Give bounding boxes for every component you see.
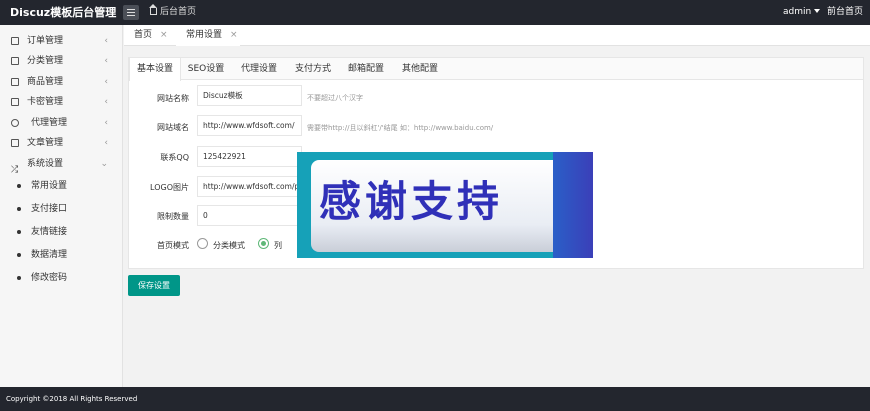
tab-other-config[interactable]: 其他配置 — [393, 58, 447, 80]
tab-basic-settings[interactable]: 基本设置 — [129, 58, 181, 81]
limit-label: 限制数量 — [157, 212, 189, 221]
chevron-left-icon: ‹ — [104, 56, 108, 66]
menu-toggle-icon[interactable] — [123, 5, 139, 20]
tab-agent-settings[interactable]: 代理设置 — [231, 58, 287, 80]
category-mode-label: 分类模式 — [213, 241, 245, 250]
bullet-icon — [17, 276, 21, 280]
user-menu[interactable]: admin — [783, 0, 821, 25]
tab-payment-methods[interactable]: 支付方式 — [287, 58, 339, 80]
bullet-icon — [17, 184, 21, 188]
file-icon — [11, 139, 19, 147]
logo-label: LOGO图片 — [150, 183, 189, 192]
bullet-icon — [17, 230, 21, 234]
caret-down-icon — [814, 9, 821, 13]
bullet-icon — [17, 207, 21, 211]
qq-input[interactable]: 125422921 — [197, 146, 302, 167]
tab-common-settings[interactable]: 常用设置 × — [176, 25, 240, 46]
domain-input[interactable]: http://www.wfdsoft.com/ — [197, 115, 302, 136]
frontend-home-link[interactable]: 前台首页 — [827, 0, 863, 25]
list-mode-radio[interactable] — [258, 238, 269, 249]
chevron-left-icon: ‹ — [104, 138, 108, 148]
close-icon[interactable]: × — [160, 30, 168, 40]
chevron-left-icon: ‹ — [104, 77, 108, 87]
sidebar-item-products[interactable]: 商品管理 ‹ — [0, 72, 123, 92]
users-icon — [11, 119, 19, 127]
domain-hint: 需要带http://且以斜杠'/'结尾 如：http://www.baidu.c… — [307, 124, 494, 132]
limit-input[interactable]: 0 — [197, 205, 302, 226]
tab-seo-settings[interactable]: SEO设置 — [181, 58, 231, 80]
sidebar-subitem-links[interactable]: 友情链接 — [0, 221, 123, 243]
category-mode-radio[interactable] — [197, 238, 208, 249]
home-mode-label: 首页模式 — [157, 241, 189, 250]
sidebar: 订单管理 ‹ 分类管理 ‹ 商品管理 ‹ 卡密管理 ‹ 代理管理 ‹ 文章管理 ‹ ⤮ 系统设… — [0, 25, 123, 387]
home-icon — [149, 4, 157, 15]
list-mode-label: 列 — [274, 241, 282, 250]
sidebar-subitem-data-clean[interactable]: 数据清理 — [0, 244, 123, 266]
footer-copyright: Copyright ©2018 All Rights Reserved — [0, 387, 870, 411]
chevron-left-icon: ‹ — [104, 118, 108, 128]
chevron-left-icon: ‹ — [104, 97, 108, 107]
thanks-banner: 感谢支持 — [297, 152, 593, 258]
sidebar-item-orders[interactable]: 订单管理 ‹ — [0, 31, 123, 51]
chevron-down-icon: ⌄ — [100, 159, 108, 169]
bullet-icon — [17, 253, 21, 257]
site-name-hint: 不要超过八个汉字 — [307, 94, 363, 102]
domain-label: 网站域名 — [157, 123, 189, 132]
sidebar-item-system[interactable]: ⤮ 系统设置 ⌄ — [0, 154, 123, 175]
list-icon — [11, 57, 19, 65]
box-icon — [11, 37, 19, 45]
sidebar-subitem-payment[interactable]: 支付接口 — [0, 198, 123, 220]
chevron-left-icon: ‹ — [104, 36, 108, 46]
sidebar-item-agents[interactable]: 代理管理 ‹ — [0, 113, 123, 133]
site-name-input[interactable]: Discuz模板 — [197, 85, 302, 106]
tab-home[interactable]: 首页 × — [124, 25, 176, 46]
card-icon — [11, 98, 19, 106]
page-tab-strip: 首页 × 常用设置 × — [124, 25, 870, 46]
sidebar-item-articles[interactable]: 文章管理 ‹ — [0, 133, 123, 153]
brand-title: Discuz模板后台管理 — [10, 6, 117, 19]
logo-input[interactable]: http://www.wfdsoft.com/pu — [197, 176, 302, 197]
sidebar-subitem-password[interactable]: 修改密码 — [0, 267, 123, 289]
sidebar-item-cards[interactable]: 卡密管理 ‹ — [0, 92, 123, 112]
sidebar-item-categories[interactable]: 分类管理 ‹ — [0, 51, 123, 71]
close-icon[interactable]: × — [230, 30, 238, 40]
form-tabs: 基本设置 SEO设置 代理设置 支付方式 邮箱配置 其他配置 — [129, 58, 863, 81]
cube-icon — [11, 78, 19, 86]
tab-email-config[interactable]: 邮箱配置 — [339, 58, 393, 80]
top-bar: Discuz模板后台管理 后台首页 admin 前台首页 — [0, 0, 870, 25]
backend-home-link[interactable]: 后台首页 — [149, 0, 196, 25]
qq-label: 联系QQ — [160, 153, 189, 162]
save-button[interactable]: 保存设置 — [128, 275, 180, 296]
sidebar-subitem-common-settings[interactable]: 常用设置 — [0, 175, 123, 197]
banner-text: 感谢支持 — [319, 177, 504, 226]
shuffle-icon: ⤮ — [11, 165, 19, 175]
site-name-label: 网站名称 — [157, 94, 189, 103]
